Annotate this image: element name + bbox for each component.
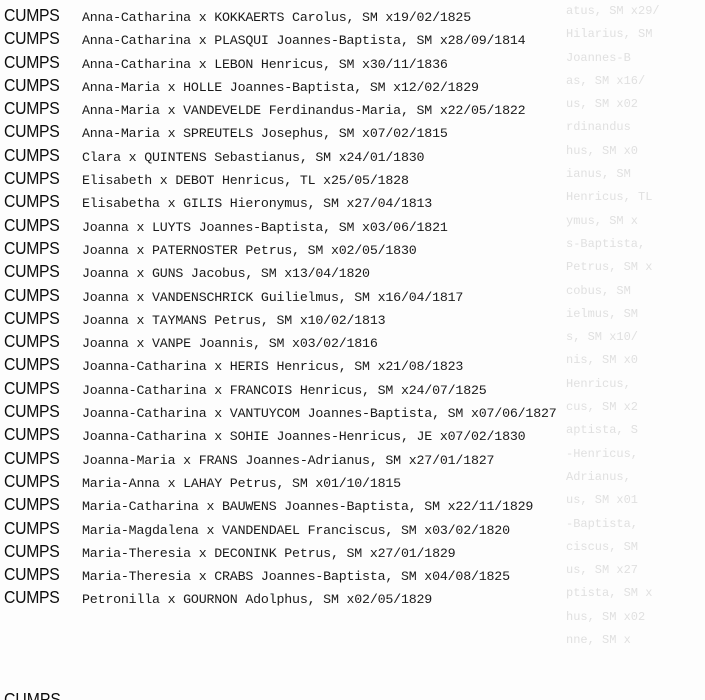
record-entry: CUMPS Joanna x TAYMANS Petrus, SM x10/02/…	[4, 307, 704, 330]
record-surname: CUMPS	[4, 401, 60, 422]
record-text: Joanna x LUYTS Joannes-Baptista, SM x03/…	[82, 219, 448, 235]
record-text: Anna-Maria x HOLLE Joannes-Baptista, SM …	[82, 79, 479, 95]
record-entry: CUMPS Anna-Maria x HOLLE Joannes-Baptista…	[4, 74, 704, 97]
record-surname: CUMPS	[4, 564, 60, 585]
record-surname: CUMPS	[4, 51, 60, 72]
record-entry: CUMPS Maria-Catharina x BAUWENS Joannes-B…	[4, 493, 704, 516]
record-entry: CUMPS Elisabetha x GILIS Hieronymus, SM x…	[4, 190, 704, 213]
record-text: Elisabetha x GILIS Hieronymus, SM x27/04…	[82, 196, 433, 212]
record-surname: CUMPS	[4, 424, 60, 445]
record-entry: CUMPS Joanna-Catharina x SOHIE Joannes-He…	[4, 423, 704, 446]
record-entry: CUMPS Joanna-Catharina x HERIS Henricus, …	[4, 353, 704, 376]
record-text: Maria-Magdalena x VANDENDAEL Franciscus,…	[82, 522, 510, 538]
record-entry: CUMPS Anna-Catharina x KOKKAERTS Carolus,…	[4, 4, 704, 27]
record-surname: CUMPS	[4, 354, 60, 375]
record-entry: CUMPS Maria-Theresia x CRABS Joannes-Bapt…	[4, 563, 704, 586]
record-entry: CUMPS Clara x QUINTENS Sebastianus, SM x2…	[4, 144, 704, 167]
record-surname: CUMPS	[4, 144, 60, 165]
record-surname: CUMPS	[4, 261, 60, 282]
record-entry: CUMPS Joanna x GUNS Jacobus, SM x13/04/18…	[4, 260, 704, 283]
record-surname: CUMPS	[4, 28, 60, 49]
record-surname: CUMPS	[4, 74, 60, 95]
record-text: Joanna x VANPE Joannis, SM x03/02/1816	[82, 336, 378, 352]
record-surname: CUMPS	[4, 517, 60, 538]
record-surname: CUMPS	[4, 331, 60, 352]
record-entry: CUMPS Joanna x VANPE Joannis, SM x03/02/1…	[4, 330, 704, 353]
record-surname: CUMPS	[4, 168, 60, 189]
record-text: Joanna x GUNS Jacobus, SM x13/04/1820	[82, 266, 370, 282]
document-page: atus, SM x29/ Hilarius, SM Joannes-B as,…	[0, 0, 705, 700]
record-text: Joanna x TAYMANS Petrus, SM x10/02/1813	[82, 312, 386, 328]
record-entry: CUMPS Joanna x LUYTS Joannes-Baptista, SM…	[4, 214, 704, 237]
record-text: Clara x QUINTENS Sebastianus, SM x24/01/…	[82, 149, 425, 165]
record-entry: CUMPS Maria-Magdalena x VANDENDAEL Franci…	[4, 517, 704, 540]
record-text: Joanna-Catharina x HERIS Henricus, SM x2…	[82, 359, 464, 375]
record-text: Joanna x PATERNOSTER Petrus, SM x02/05/1…	[82, 242, 417, 258]
record-surname: CUMPS	[4, 214, 60, 235]
record-surname: CUMPS	[4, 447, 60, 468]
record-surname: CUMPS	[4, 540, 60, 561]
record-text: Elisabeth x DEBOT Henricus, TL x25/05/18…	[82, 173, 409, 189]
record-entry: CUMPS Anna-Maria x SPREUTELS Josephus, SM…	[4, 120, 704, 143]
marriage-record-list: CUMPS Anna-Catharina x KOKKAERTS Carolus,…	[4, 4, 704, 610]
record-text: Joanna-Maria x FRANS Joannes-Adrianus, S…	[82, 452, 495, 468]
record-text: Maria-Catharina x BAUWENS Joannes-Baptis…	[82, 499, 534, 515]
record-surname: CUMPS	[4, 587, 60, 608]
record-entry: CUMPS Joanna-Catharina x FRANCOIS Henricu…	[4, 377, 704, 400]
bleed-through-line: nne, SM x	[566, 633, 631, 648]
record-text: Maria-Anna x LAHAY Petrus, SM x01/10/181…	[82, 475, 401, 491]
record-text: Anna-Maria x VANDEVELDE Ferdinandus-Mari…	[82, 103, 526, 119]
record-entry: CUMPS Maria-Anna x LAHAY Petrus, SM x01/1…	[4, 470, 704, 493]
record-text: Joanna-Catharina x VANTUYCOM Joannes-Bap…	[82, 406, 557, 422]
record-surname: CUMPS	[4, 307, 60, 328]
record-surname: CUMPS	[4, 121, 60, 142]
record-entry: CUMPS Maria-Theresia x DECONINK Petrus, S…	[4, 540, 704, 563]
record-text: Maria-Theresia x DECONINK Petrus, SM x27…	[82, 545, 456, 561]
record-entry: CUMPS Joanna-Catharina x VANTUYCOM Joanne…	[4, 400, 704, 423]
record-surname: CUMPS	[4, 494, 60, 515]
record-text: Joanna-Catharina x SOHIE Joannes-Henricu…	[82, 429, 526, 445]
record-text: Maria-Theresia x CRABS Joannes-Baptista,…	[82, 569, 510, 585]
record-entry: CUMPS Anna-Catharina x PLASQUI Joannes-Ba…	[4, 27, 704, 50]
record-text: Petronilla x GOURNON Adolphus, SM x02/05…	[82, 592, 433, 608]
record-surname: CUMPS	[4, 98, 60, 119]
record-entry: CUMPS Joanna x PATERNOSTER Petrus, SM x02…	[4, 237, 704, 260]
record-entry: CUMPS Joanna x VANDENSCHRICK Guilielmus, …	[4, 284, 704, 307]
record-surname: CUMPS	[4, 284, 60, 305]
record-entry: CUMPS Anna-Maria x VANDEVELDE Ferdinandus…	[4, 97, 704, 120]
record-text: Joanna-Catharina x FRANCOIS Henricus, SM…	[82, 382, 487, 398]
record-entry: CUMPS Joanna-Maria x FRANS Joannes-Adrian…	[4, 447, 704, 470]
record-text: Anna-Catharina x PLASQUI Joannes-Baptist…	[82, 33, 526, 49]
record-surname: CUMPS	[4, 5, 60, 25]
record-surname: CUMPS	[4, 470, 60, 491]
record-entry: CUMPS Petronilla x GOURNON Adolphus, SM x…	[4, 586, 704, 609]
record-text: Anna-Catharina x KOKKAERTS Carolus, SM x…	[82, 10, 471, 25]
record-text: Anna-Catharina x LEBON Henricus, SM x30/…	[82, 56, 448, 72]
record-entry: CUMPS Elisabeth x DEBOT Henricus, TL x25/…	[4, 167, 704, 190]
record-surname: CUMPS	[4, 377, 60, 398]
record-text: Joanna x VANDENSCHRICK Guilielmus, SM x1…	[82, 289, 464, 305]
record-text: Anna-Maria x SPREUTELS Josephus, SM x07/…	[82, 126, 448, 142]
record-surname: CUMPS	[4, 237, 60, 258]
cutoff-surname: CUMPS	[4, 689, 61, 700]
record-surname: CUMPS	[4, 191, 60, 212]
record-entry: CUMPS Anna-Catharina x LEBON Henricus, SM…	[4, 51, 704, 74]
